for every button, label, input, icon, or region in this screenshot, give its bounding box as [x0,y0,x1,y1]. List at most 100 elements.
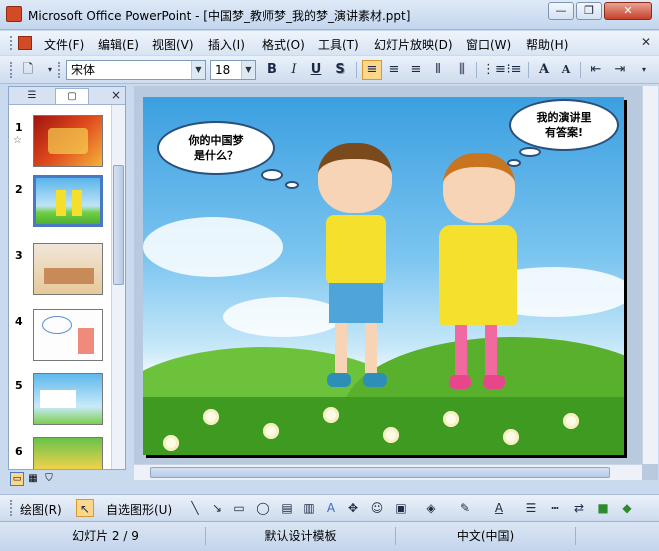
wordart-icon[interactable]: A [322,499,340,517]
bubble-dot [507,159,521,167]
powerpoint-app-icon[interactable] [6,6,22,22]
tab-slides[interactable]: ▢ [55,88,89,104]
align-left-icon[interactable]: ≡ [362,60,382,80]
document-close-button[interactable]: ✕ [641,35,651,49]
slideshow-view-icon[interactable]: ⛉ [42,472,56,486]
menu-help[interactable]: 帮助(H) [526,36,568,53]
fill-color-icon[interactable]: ◈ [422,499,440,517]
slide-thumbnail-3[interactable] [33,243,103,295]
animation-star-icon: ☆ [13,135,22,146]
slide-sorter-view-icon[interactable]: ▦ [26,472,40,486]
bubble-right-line-2: 有答案! [544,126,584,139]
line-tool-icon[interactable]: ╲ [186,499,204,517]
girl-leg [455,325,467,375]
slides-pane: ☰ ▢ × 1 ☆ 2 3 4 5 6 [8,86,126,470]
slide-thumbnail-1[interactable] [33,115,103,167]
align-center-icon[interactable]: ≡ [384,60,404,80]
decrease-indent-icon[interactable]: ⇤ [586,60,606,80]
vertical-textbox-icon[interactable]: ▥ [300,499,318,517]
italic-button[interactable]: I [284,60,304,80]
shrink-font-button[interactable]: A [556,60,576,80]
tab-outline[interactable]: ☰ [15,88,49,104]
daisy [203,409,219,425]
menu-insert[interactable]: 插入(I) [208,36,245,53]
chevron-down-icon[interactable]: ▼ [241,61,255,79]
oval-tool-icon[interactable]: ◯ [254,499,272,517]
shadow-button[interactable]: S [330,60,350,80]
document-icon[interactable] [18,36,32,50]
slide-thumbnail-6[interactable] [33,437,103,469]
view-buttons: ▭ ▦ ⛉ [8,472,126,488]
bold-button[interactable]: B [262,60,282,80]
daisy [503,429,519,445]
arrow-style-icon[interactable]: ⇄ [570,499,588,517]
line-color-icon[interactable]: ✎ [456,499,474,517]
normal-view-icon[interactable]: ▭ [10,472,24,486]
text-direction-icon[interactable]: ⫼ [452,60,472,80]
scrollbar-thumb[interactable] [113,165,124,285]
editor-horizontal-scrollbar[interactable] [134,464,642,480]
design-template[interactable]: 默认设计模板 [206,527,396,545]
current-slide[interactable]: 你的中国梦 是什么？ 我的演讲里 有答案! [143,97,624,455]
font-color-icon[interactable]: A [490,499,508,517]
slide-thumbnail-2[interactable] [33,175,103,227]
font-name-combo[interactable]: 宋体 ▼ [66,60,206,80]
arrow-tool-icon[interactable]: ↘ [208,499,226,517]
thumbnail-number: 5 [15,379,23,392]
select-objects-icon[interactable]: ↖ [76,499,94,517]
draw-menu[interactable]: 绘图(R) [20,501,62,518]
menu-format[interactable]: 格式(O) [262,36,305,53]
line-style-icon[interactable]: ☰ [522,499,540,517]
underline-button[interactable]: U [306,60,326,80]
chevron-down-icon[interactable]: ▼ [191,61,205,79]
girl-shoe [449,375,471,389]
textbox-tool-icon[interactable]: ▤ [278,499,296,517]
bubble-dot [261,169,283,181]
clipart-icon[interactable]: ☺ [368,499,386,517]
grow-font-button[interactable]: A [534,60,554,80]
menu-tools[interactable]: 工具(T) [318,36,359,53]
menu-window[interactable]: 窗口(W) [466,36,511,53]
toolbar-grip-icon-2[interactable] [58,62,61,78]
slide-thumbnail-4[interactable] [33,309,103,361]
dash-style-icon[interactable]: ┅ [546,499,564,517]
numbering-icon[interactable]: ⋮≡ [482,60,506,80]
toolbar-separator [580,62,581,78]
menu-file[interactable]: 文件(F) [44,36,84,53]
bubble-right-line-1: 我的演讲里 [536,111,592,124]
diagram-icon[interactable]: ✥ [344,499,362,517]
girl-leg [485,325,497,375]
align-right-icon[interactable]: ≡ [406,60,426,80]
menu-view[interactable]: 视图(V) [152,36,194,53]
distribute-icon[interactable]: ⦀ [428,60,448,80]
toolbar-grip-icon[interactable] [10,500,13,516]
daisy [163,435,179,451]
thought-bubble-left[interactable]: 你的中国梦 是什么？ [157,121,275,175]
slides-pane-scrollbar[interactable] [111,105,125,469]
shadow-style-icon[interactable]: ■ [594,499,612,517]
scrollbar-thumb[interactable] [150,467,610,478]
insert-picture-icon[interactable]: ▣ [392,499,410,517]
menu-grip-icon[interactable] [10,36,13,50]
menu-edit[interactable]: 编辑(E) [98,36,139,53]
boy-shorts [329,283,383,323]
bullets-icon[interactable]: ⁝≡ [504,60,524,80]
slide-thumbnail-5[interactable] [33,373,103,425]
daisy [563,413,579,429]
editor-vertical-scrollbar[interactable] [642,86,658,464]
thought-bubble-right[interactable]: 我的演讲里 有答案! [509,99,619,151]
minimize-button[interactable]: — [548,2,574,20]
close-button[interactable]: ✕ [604,2,652,20]
new-document-icon[interactable]: 🗋 [18,60,38,80]
toolbar-options-icon[interactable]: ▾ [40,60,60,80]
3d-style-icon[interactable]: ◆ [618,499,636,517]
font-size-combo[interactable]: 18 ▼ [210,60,256,80]
toolbar-options-icon-2[interactable]: ▾ [634,60,654,80]
toolbar-grip-icon[interactable] [10,62,13,78]
increase-indent-icon[interactable]: ⇥ [610,60,630,80]
restore-button[interactable]: ❐ [576,2,602,20]
rectangle-tool-icon[interactable]: ▭ [230,499,248,517]
autoshapes-menu[interactable]: 自选图形(U) [106,501,172,518]
menu-slideshow[interactable]: 幻灯片放映(D) [374,36,453,53]
pane-close-button[interactable]: × [111,88,121,102]
